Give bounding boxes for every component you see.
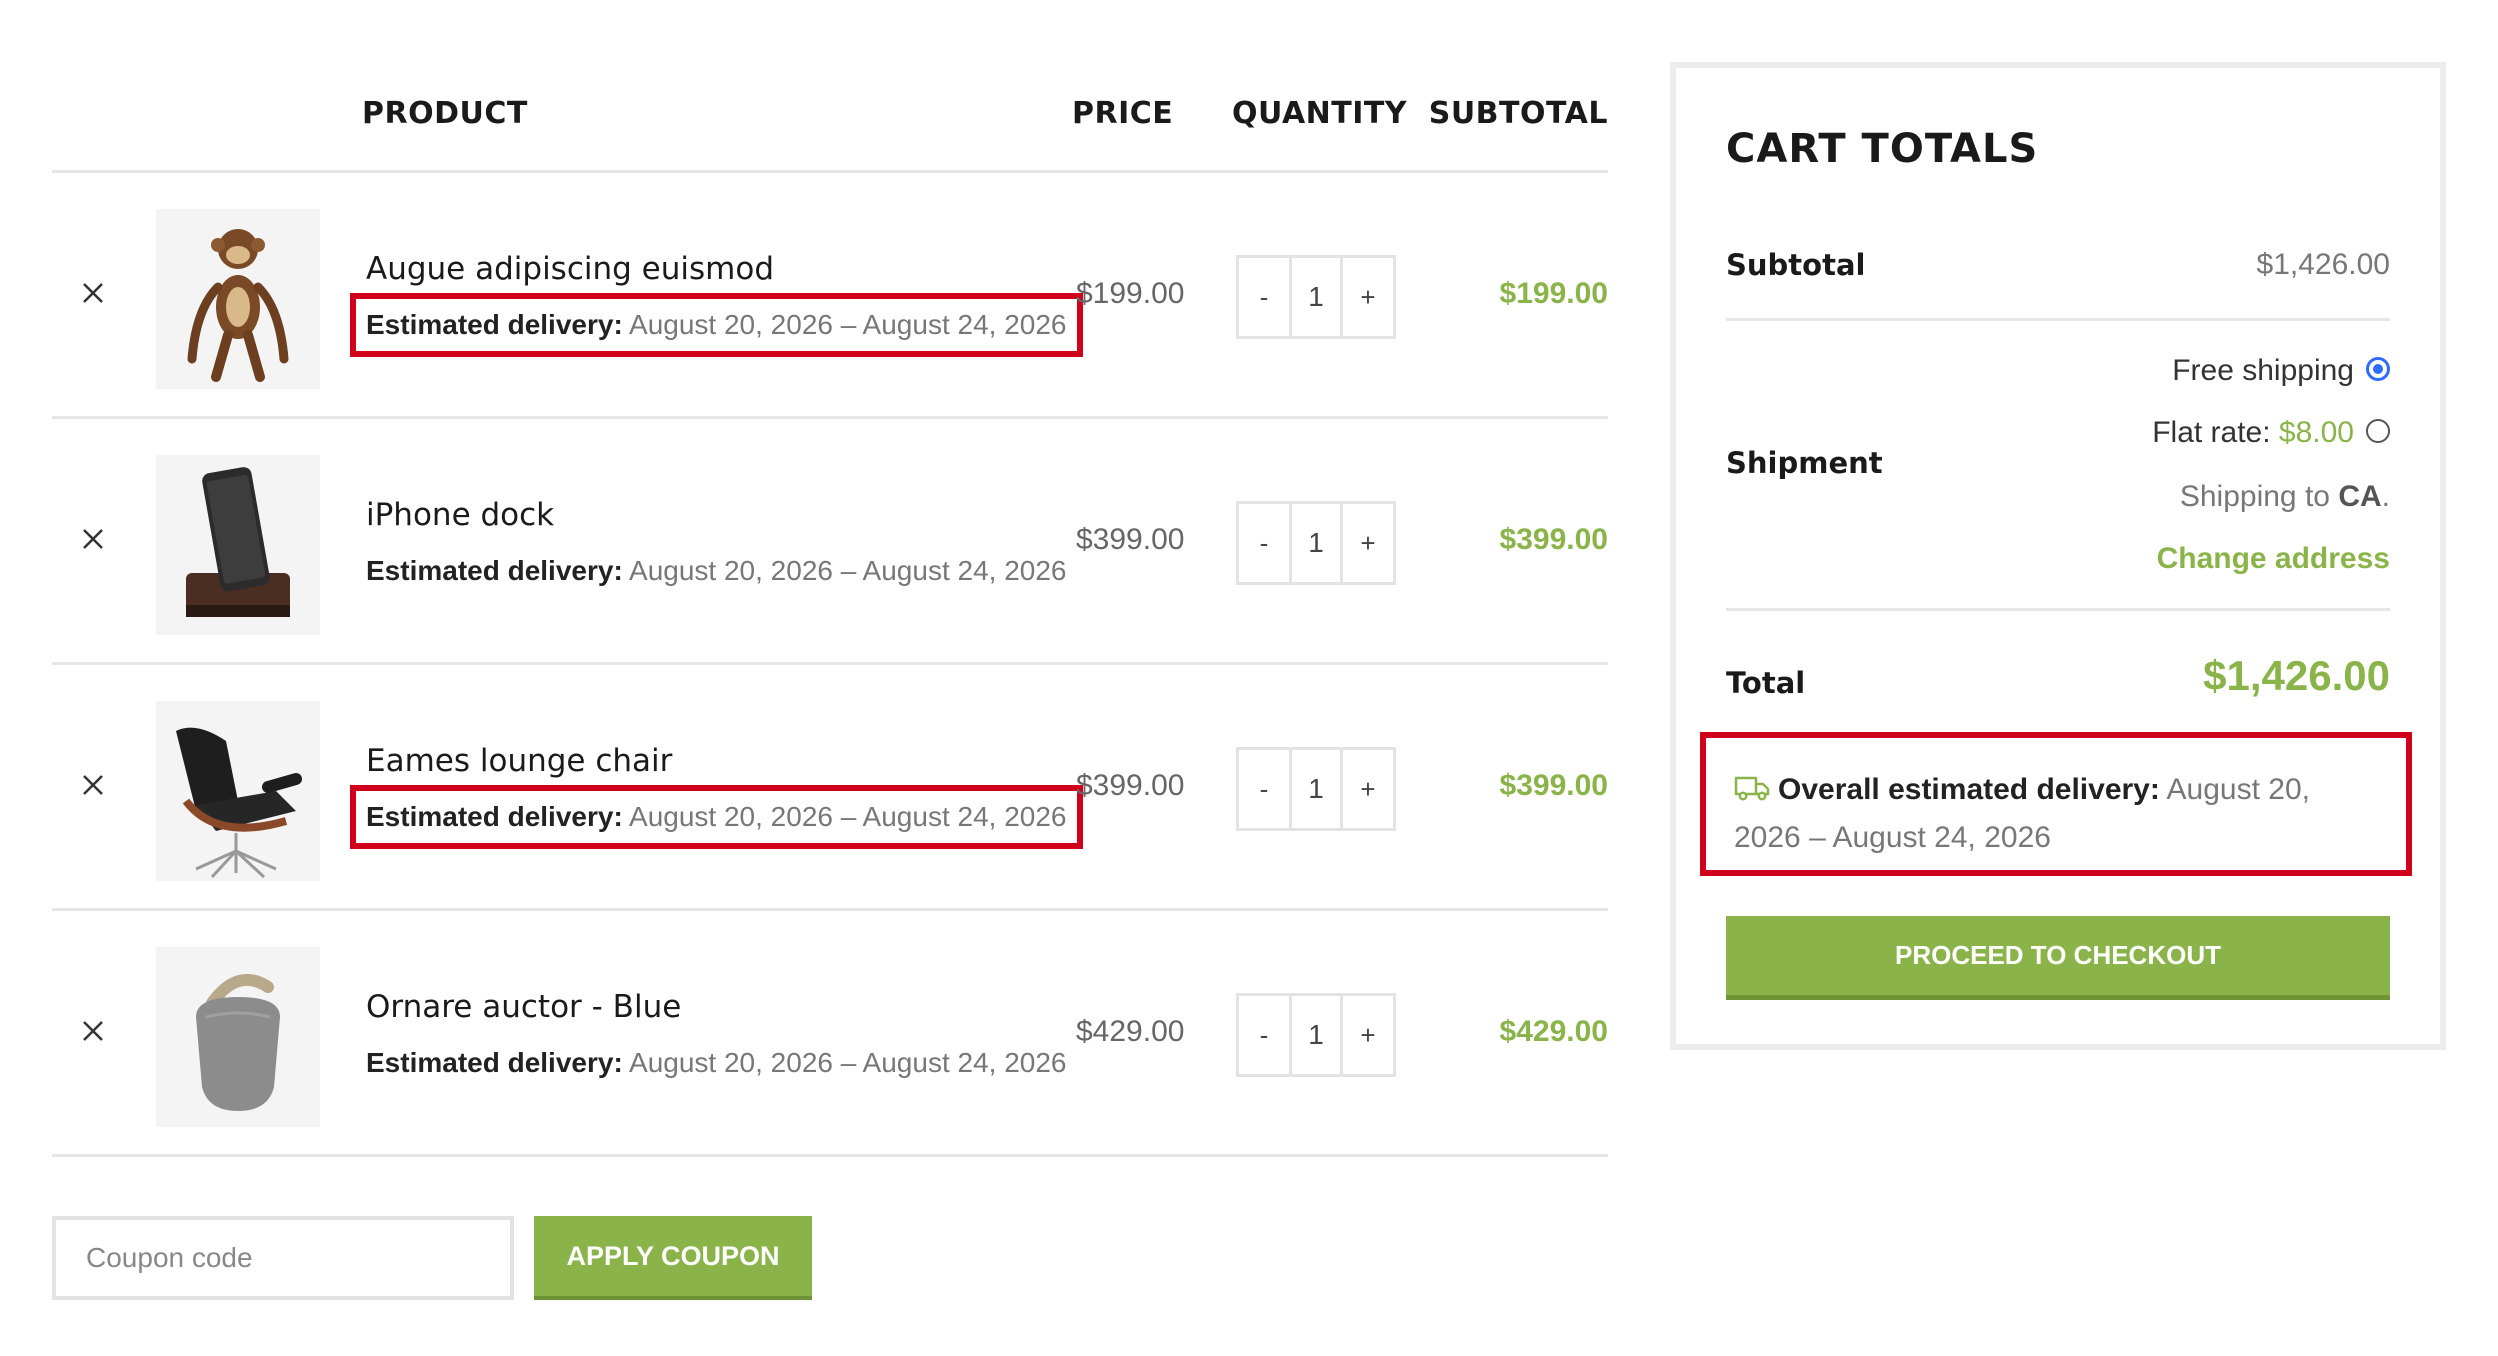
remove-item-button[interactable]: [78, 1016, 108, 1046]
product-name[interactable]: Augue adipiscing euismod: [366, 251, 774, 287]
overall-estimated-delivery: Overall estimated delivery: August 20, 2…: [1700, 732, 2412, 876]
qty-minus-button[interactable]: -: [1239, 750, 1289, 828]
qty-minus-button[interactable]: -: [1239, 996, 1289, 1074]
quantity-stepper[interactable]: - 1 +: [1236, 501, 1396, 585]
cart-totals-panel: CART TOTALS Subtotal $1,426.00 Shipment …: [1670, 62, 2446, 1050]
overall-delivery-label: Overall estimated delivery:: [1778, 773, 2160, 806]
qty-value[interactable]: 1: [1289, 996, 1343, 1074]
row-subtotal: $199.00: [1499, 277, 1608, 310]
delivery-dates: August 20, 2026 – August 24, 2026: [629, 1047, 1067, 1078]
product-price: $399.00: [1076, 769, 1185, 802]
close-icon: [83, 283, 103, 303]
qty-value[interactable]: 1: [1289, 504, 1343, 582]
delivery-dates: August 20, 2026 – August 24, 2026: [629, 555, 1067, 586]
estimated-delivery: Estimated delivery: August 20, 2026 – Au…: [366, 1047, 1067, 1079]
shipment-label: Shipment: [1726, 446, 1883, 480]
qty-value[interactable]: 1: [1289, 258, 1343, 336]
product-thumbnail[interactable]: [156, 209, 320, 389]
row-subtotal: $429.00: [1499, 1015, 1608, 1048]
free-shipping-option[interactable]: Free shipping: [2172, 354, 2390, 388]
product-price: $399.00: [1076, 523, 1185, 556]
table-row: Augue adipiscing euismod Estimated deliv…: [52, 173, 1608, 419]
flat-rate-value: $8.00: [2278, 416, 2354, 449]
quantity-stepper[interactable]: - 1 +: [1236, 993, 1396, 1077]
total-value: $1,426.00: [2203, 652, 2390, 699]
delivery-label: Estimated delivery:: [366, 555, 623, 586]
table-row: Eames lounge chair Estimated delivery: A…: [52, 665, 1608, 911]
shipping-to-prefix: Shipping to: [2179, 480, 2330, 513]
remove-item-button[interactable]: [78, 278, 108, 308]
qty-plus-button[interactable]: +: [1343, 504, 1393, 582]
qty-value[interactable]: 1: [1289, 750, 1343, 828]
coupon-code-input[interactable]: [52, 1216, 514, 1300]
product-thumbnail[interactable]: [156, 701, 320, 881]
quantity-stepper[interactable]: - 1 +: [1236, 255, 1396, 339]
wooden-monkey-image: [187, 229, 289, 382]
subtotal-label: Subtotal: [1726, 248, 1866, 282]
delivery-label: Estimated delivery:: [366, 309, 623, 340]
row-subtotal: $399.00: [1499, 769, 1608, 802]
total-label: Total: [1726, 666, 1806, 700]
subtotal-value: $1,426.00: [2256, 248, 2390, 281]
flat-rate-option[interactable]: Flat rate: $8.00: [2152, 416, 2390, 450]
product-price: $199.00: [1076, 277, 1185, 310]
qty-plus-button[interactable]: +: [1343, 750, 1393, 828]
product-thumbnail[interactable]: [156, 947, 320, 1127]
delivery-dates: August 20, 2026 – August 24, 2026: [629, 309, 1067, 340]
header-price: PRICE: [1072, 96, 1174, 131]
phone-dock-image: [186, 467, 290, 617]
close-icon: [83, 1021, 103, 1041]
free-shipping-label: Free shipping: [2172, 354, 2354, 387]
product-name[interactable]: Ornare auctor - Blue: [366, 989, 681, 1025]
cart-table: PRODUCT PRICE QUANTITY SUBTOTAL Augue ad…: [52, 0, 1608, 1157]
flat-rate-label: Flat rate:: [2152, 416, 2271, 449]
estimated-delivery: Estimated delivery: August 20, 2026 – Au…: [350, 785, 1083, 849]
product-price: $429.00: [1076, 1015, 1185, 1048]
speaker-image: [196, 973, 280, 1111]
qty-minus-button[interactable]: -: [1239, 258, 1289, 336]
row-subtotal: $399.00: [1499, 523, 1608, 556]
divider: [1726, 318, 2390, 321]
header-product: PRODUCT: [362, 96, 528, 131]
close-icon: [83, 775, 103, 795]
delivery-label: Estimated delivery:: [366, 801, 623, 832]
quantity-stepper[interactable]: - 1 +: [1236, 747, 1396, 831]
table-header: PRODUCT PRICE QUANTITY SUBTOTAL: [52, 0, 1608, 173]
delivery-label: Estimated delivery:: [366, 1047, 623, 1078]
product-thumbnail[interactable]: [156, 455, 320, 635]
flat-rate-radio[interactable]: [2366, 419, 2390, 444]
remove-item-button[interactable]: [78, 770, 108, 800]
product-name[interactable]: iPhone dock: [366, 497, 554, 533]
free-shipping-radio[interactable]: [2366, 357, 2390, 382]
qty-plus-button[interactable]: +: [1343, 258, 1393, 336]
estimated-delivery: Estimated delivery: August 20, 2026 – Au…: [366, 555, 1067, 587]
header-quantity: QUANTITY: [1232, 96, 1408, 131]
product-name[interactable]: Eames lounge chair: [366, 743, 672, 779]
divider: [1726, 608, 2390, 611]
header-subtotal: SUBTOTAL: [1428, 96, 1608, 131]
table-row: Ornare auctor - Blue Estimated delivery:…: [52, 911, 1608, 1157]
close-icon: [83, 529, 103, 549]
remove-item-button[interactable]: [78, 524, 108, 554]
shipping-region: CA: [2338, 480, 2382, 513]
truck-icon: [1734, 776, 1770, 801]
delivery-dates: August 20, 2026 – August 24, 2026: [629, 801, 1067, 832]
qty-minus-button[interactable]: -: [1239, 504, 1289, 582]
change-address-link[interactable]: Change address: [2157, 542, 2390, 576]
estimated-delivery: Estimated delivery: August 20, 2026 – Au…: [350, 293, 1083, 357]
table-row: iPhone dock Estimated delivery: August 2…: [52, 419, 1608, 665]
cart-totals-title: CART TOTALS: [1726, 126, 2039, 172]
qty-plus-button[interactable]: +: [1343, 996, 1393, 1074]
lounge-chair-image: [176, 727, 302, 879]
shipping-to-suffix: .: [2381, 480, 2390, 513]
shipping-destination: Shipping to CA.: [2180, 480, 2390, 514]
apply-coupon-button[interactable]: APPLY COUPON: [534, 1216, 812, 1300]
proceed-to-checkout-button[interactable]: PROCEED TO CHECKOUT: [1726, 916, 2390, 1000]
